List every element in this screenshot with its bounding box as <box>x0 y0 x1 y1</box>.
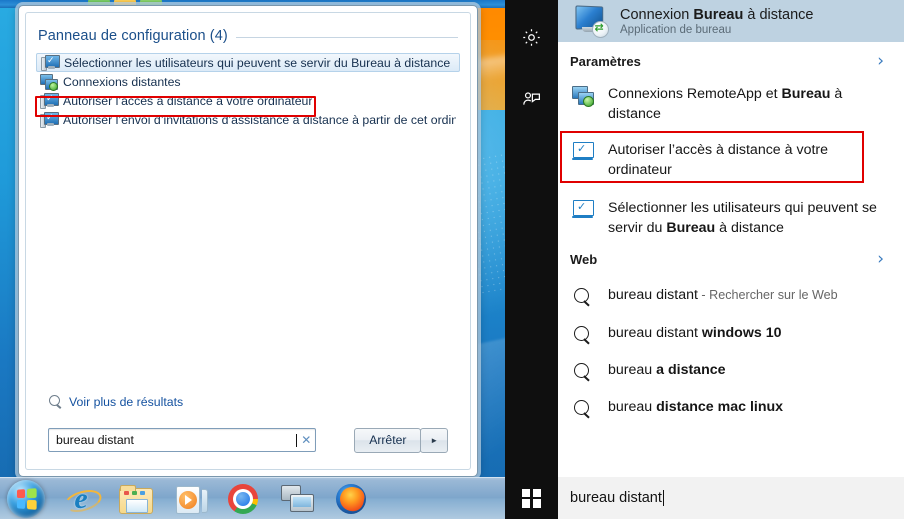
windows-logo-icon <box>522 488 541 508</box>
group-title: Panneau de configuration (4) <box>38 28 228 44</box>
list-item[interactable]: ✓ Sélectionner les utilisateurs qui peuv… <box>36 53 460 72</box>
search-input-value: bureau distant <box>56 433 134 447</box>
internet-explorer-icon[interactable]: e <box>61 482 105 516</box>
section-header-web[interactable]: Web › <box>570 246 892 272</box>
list-item-label: Connexions distantes <box>63 74 181 89</box>
list-item-label: bureau distant windows 10 <box>608 325 782 341</box>
list-item-label: bureau a distance <box>608 362 726 378</box>
search-results-body: Connexion Bureau à distance Application … <box>558 0 904 477</box>
windows7-start-menu-panel: Panneau de configuration (4) ✓ Sélection… <box>18 5 478 477</box>
list-item-label: Autoriser l’accès à distance à votre ord… <box>608 142 829 178</box>
search-icon <box>572 287 594 307</box>
list-item-label: Sélectionner les utilisateurs qui peuven… <box>64 55 451 70</box>
google-chrome-icon[interactable] <box>225 482 261 516</box>
search-icon <box>572 362 594 382</box>
file-explorer-icon[interactable] <box>117 482 153 516</box>
search-options-dropdown-icon[interactable]: ► <box>420 427 448 453</box>
windows10-search-flyout: Connexion Bureau à distance Application … <box>505 0 904 519</box>
windows7-taskbar: e <box>0 477 505 519</box>
best-match-title: Connexion Bureau à distance <box>620 6 814 23</box>
text-caret <box>662 490 664 506</box>
taskbar-search-box[interactable]: bureau distant <box>570 477 664 519</box>
windows10-taskbar: bureau distant <box>505 477 904 519</box>
win7-results-list: ✓ Sélectionner les utilisateurs qui peuv… <box>36 53 460 129</box>
web-suggestion-item[interactable]: bureau distant - Rechercher sur le Web <box>566 281 896 311</box>
see-more-results-link[interactable]: Voir plus de résultats <box>48 395 183 409</box>
section-title: Web <box>570 251 598 267</box>
web-suggestion-item[interactable]: bureau distance mac linux <box>566 393 896 423</box>
start-orb[interactable] <box>7 479 45 518</box>
screenshot-root: Panneau de configuration (4) ✓ Sélection… <box>0 0 904 519</box>
web-suggestion-item[interactable]: bureau a distance <box>566 356 896 386</box>
group-divider <box>235 37 458 38</box>
list-item[interactable]: ✓ Autoriser l’accès à distance à votre o… <box>36 91 460 110</box>
search-left-rail <box>505 0 558 477</box>
list-item-remoteapp[interactable]: Connexions RemoteApp et Bureau à distanc… <box>566 80 896 128</box>
list-item-label: Autoriser l’accès à distance à votre ord… <box>63 93 313 108</box>
start-menu-search-row: bureau distant ✕ Arrêter ► <box>48 427 448 453</box>
firefox-icon[interactable] <box>333 482 369 516</box>
list-item-label: Autoriser l’envoi d’invitations d’assist… <box>63 112 456 127</box>
network-computers-icon <box>40 74 58 91</box>
list-item-label: bureau distant - Rechercher sur le Web <box>608 287 838 303</box>
search-input[interactable]: bureau distant ✕ <box>48 428 317 452</box>
list-item-select-users[interactable]: ✓ Sélectionner les utilisateurs qui peuv… <box>566 194 896 242</box>
list-item-allow-remote-access[interactable]: ✓ Autoriser l’accès à distance à votre o… <box>566 136 896 184</box>
clear-search-icon[interactable]: ✕ <box>297 433 315 447</box>
chevron-right-icon[interactable]: › <box>877 52 892 70</box>
monitor-check-icon: ✓ <box>572 142 594 162</box>
monitor-check-icon: ✓ <box>40 93 59 109</box>
gear-icon[interactable] <box>505 14 558 60</box>
remote-desktop-connection-icon <box>574 5 609 38</box>
search-icon <box>48 395 62 409</box>
list-item-label: bureau distance mac linux <box>608 399 784 415</box>
monitor-check-icon: ✓ <box>572 200 594 220</box>
chevron-right-icon[interactable]: › <box>877 250 892 268</box>
start-menu-results-pane: Panneau de configuration (4) ✓ Sélection… <box>25 12 471 470</box>
search-icon <box>572 399 594 419</box>
list-item-label: Sélectionner les utilisateurs qui peuven… <box>608 200 877 236</box>
windows-media-player-icon[interactable] <box>171 482 208 516</box>
taskbar-search-value: bureau distant <box>570 490 662 506</box>
monitor-check-icon: ✓ <box>40 112 59 128</box>
section-title: Paramètres <box>570 53 641 69</box>
monitor-check-icon: ✓ <box>41 55 60 71</box>
feedback-icon[interactable] <box>505 75 558 121</box>
best-match-item[interactable]: Connexion Bureau à distance Application … <box>558 0 904 42</box>
list-item-label: Connexions RemoteApp et Bureau à distanc… <box>608 86 843 122</box>
best-match-subtitle: Application de bureau <box>620 23 732 36</box>
list-item[interactable]: ✓ Autoriser l’envoi d’invitations d’assi… <box>36 110 460 129</box>
start-button[interactable] <box>505 477 558 519</box>
see-more-results-label: Voir plus de résultats <box>69 395 184 409</box>
search-icon <box>572 325 594 345</box>
web-suggestion-item[interactable]: bureau distant windows 10 <box>566 319 896 349</box>
remote-desktop-icon[interactable] <box>279 482 315 516</box>
remoteapp-icon <box>572 86 594 107</box>
section-header-settings[interactable]: Paramètres › <box>570 48 892 74</box>
list-item[interactable]: Connexions distantes <box>36 72 460 91</box>
control-panel-group-header: Panneau de configuration (4) <box>38 25 458 47</box>
stop-button[interactable]: Arrêter <box>354 427 422 453</box>
